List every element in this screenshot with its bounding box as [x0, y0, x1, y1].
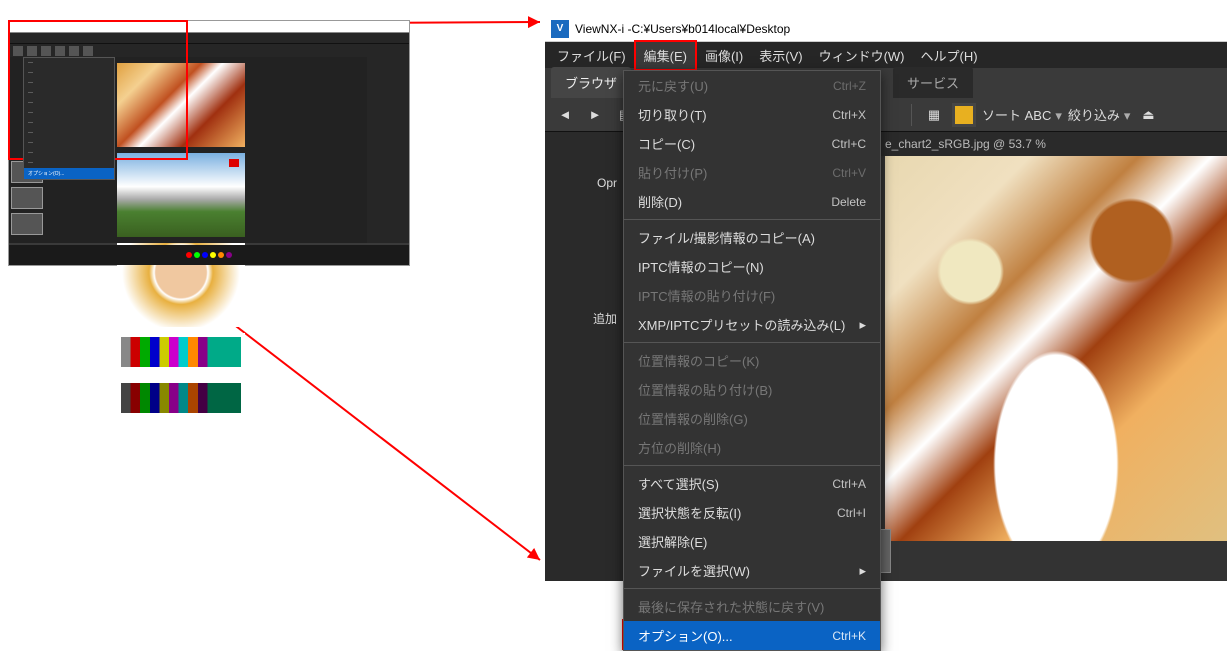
- thumb-titlebar: [9, 21, 409, 33]
- menu-item: 元に戻す(U) Ctrl+Z: [624, 71, 880, 100]
- tab-service[interactable]: サービス: [893, 67, 973, 98]
- menu-item-label: 選択解除(E): [638, 532, 707, 551]
- menu-item: 貼り付け(P) Ctrl+V: [624, 158, 880, 187]
- export-button[interactable]: ⏏: [1136, 103, 1160, 127]
- menu-item: 位置情報のコピー(K): [624, 346, 880, 375]
- thumb-toolbar: [9, 43, 409, 57]
- thumb-edit-menu: ——— ——— ——— —— オプション(O)...: [23, 57, 115, 180]
- menu-item-label: 切り取り(T): [638, 105, 707, 124]
- thumb-img-food: [117, 63, 245, 147]
- app-icon: V: [551, 20, 569, 38]
- nav-forward-button[interactable]: ►: [583, 103, 607, 127]
- menu-item-label: 削除(D): [638, 192, 682, 211]
- edit-dropdown-menu: 元に戻す(U) Ctrl+Z 切り取り(T) Ctrl+X コピー(C) Ctrl+C 貼り…: [623, 70, 881, 651]
- grid-icon: ▦: [928, 107, 940, 123]
- thumb-img-mountain: [117, 153, 245, 237]
- left-label-2: 追加: [553, 310, 617, 327]
- arrow-right-icon: ►: [589, 107, 602, 122]
- menu-item[interactable]: ファイルを選択(W): [624, 556, 880, 585]
- menu-item-label: ファイル/撮影情報のコピー(A): [638, 228, 815, 247]
- filter-dropdown[interactable]: 絞り込み: [1068, 105, 1131, 124]
- tray-icon: ⏏: [1142, 107, 1154, 123]
- menu-item-shortcut: Ctrl+A: [832, 477, 866, 491]
- menu-separator: [624, 465, 880, 466]
- menu-item-label: コピー(C): [638, 134, 695, 153]
- arrow-left-icon: ◄: [559, 107, 572, 122]
- thumb-right-panel: [367, 57, 409, 243]
- menu-item[interactable]: すべて選択(S) Ctrl+A: [624, 469, 880, 498]
- tab-browser[interactable]: ブラウザ: [551, 67, 631, 98]
- thumbnail-screenshot: ——— ——— ——— —— オプション(O)...: [8, 20, 410, 266]
- menu-item-label: 貼り付け(P): [638, 163, 707, 182]
- menu-item[interactable]: コピー(C) Ctrl+C: [624, 129, 880, 158]
- menu-image[interactable]: 画像(I): [697, 42, 751, 69]
- preview-image: [885, 156, 1227, 541]
- menu-separator: [624, 342, 880, 343]
- layout-icon: [955, 106, 973, 124]
- thumb-menubar: [9, 33, 409, 43]
- menu-item-shortcut: Ctrl+I: [837, 506, 866, 520]
- menu-item[interactable]: 切り取り(T) Ctrl+X: [624, 100, 880, 129]
- main-titlebar: V ViewNX-i - C:¥Users¥b014local¥Desktop: [545, 16, 1227, 42]
- menu-view[interactable]: 表示(V): [751, 42, 810, 69]
- title-app: ViewNX-i -: [575, 22, 631, 36]
- menu-item[interactable]: 選択解除(E): [624, 527, 880, 556]
- sort-dropdown[interactable]: ソート ABC: [982, 105, 1062, 124]
- menu-item-label: 元に戻す(U): [638, 76, 708, 95]
- menu-item[interactable]: XMP/IPTCプリセットの読み込み(L): [624, 310, 880, 339]
- menu-item-shortcut: Delete: [831, 195, 866, 209]
- main-left-panel: Opr 追加: [545, 156, 625, 581]
- menu-item-label: 位置情報の削除(G): [638, 409, 748, 428]
- menu-item[interactable]: IPTC情報のコピー(N): [624, 252, 880, 281]
- menu-item-label: IPTC情報のコピー(N): [638, 257, 764, 276]
- menu-item-shortcut: Ctrl+C: [832, 137, 866, 151]
- left-label-1: Opr: [553, 176, 617, 190]
- submenu-arrow-icon: [853, 317, 866, 333]
- menu-item-shortcut: Ctrl+Z: [833, 79, 866, 93]
- menu-separator: [624, 219, 880, 220]
- menu-item: IPTC情報の貼り付け(F): [624, 281, 880, 310]
- menu-item-label: 位置情報の貼り付け(B): [638, 380, 772, 399]
- menu-item: 最後に保存された状態に戻す(V): [624, 592, 880, 621]
- menu-item: 位置情報の削除(G): [624, 404, 880, 433]
- menu-help[interactable]: ヘルプ(H): [913, 42, 986, 69]
- menu-item-shortcut: Ctrl+X: [832, 108, 866, 122]
- menu-item-shortcut: Ctrl+K: [832, 629, 866, 643]
- menu-item-label: XMP/IPTCプリセットの読み込み(L): [638, 315, 845, 334]
- menu-separator: [624, 588, 880, 589]
- menu-item-label: 選択状態を反転(I): [638, 503, 741, 522]
- menu-item-label: IPTC情報の貼り付け(F): [638, 286, 775, 305]
- menu-item[interactable]: オプション(O)... Ctrl+K: [624, 621, 880, 650]
- menu-item-label: オプション(O)...: [638, 626, 733, 645]
- menu-item-label: ファイルを選択(W): [638, 561, 750, 580]
- submenu-arrow-icon: [853, 563, 866, 579]
- menu-item[interactable]: 削除(D) Delete: [624, 187, 880, 216]
- menu-item-label: 最後に保存された状態に戻す(V): [638, 597, 824, 616]
- view-mode-button[interactable]: ▦: [922, 103, 946, 127]
- menu-item: 方位の削除(H): [624, 433, 880, 462]
- thumb-img-chart: [117, 333, 245, 417]
- menu-item: 位置情報の貼り付け(B): [624, 375, 880, 404]
- menu-item-label: すべて選択(S): [638, 474, 719, 493]
- title-path: C:¥Users¥b014local¥Desktop: [631, 22, 790, 36]
- image-info: e_chart2_sRGB.jpg @ 53.7 %: [885, 137, 1046, 151]
- menu-window[interactable]: ウィンドウ(W): [811, 42, 913, 69]
- menu-edit[interactable]: 編集(E): [634, 40, 697, 71]
- menu-file[interactable]: ファイル(F): [549, 42, 634, 69]
- menu-item-label: 位置情報のコピー(K): [638, 351, 759, 370]
- menu-item[interactable]: ファイル/撮影情報のコピー(A): [624, 223, 880, 252]
- layout-button[interactable]: [952, 103, 976, 127]
- menu-item-label: 方位の削除(H): [638, 438, 721, 457]
- thumb-options-item: オプション(O)...: [24, 168, 114, 179]
- separator: [911, 104, 912, 126]
- menu-item-shortcut: Ctrl+V: [832, 166, 866, 180]
- nav-back-button[interactable]: ◄: [553, 103, 577, 127]
- menu-item[interactable]: 選択状態を反転(I) Ctrl+I: [624, 498, 880, 527]
- thumb-bottombar: [9, 245, 409, 265]
- main-menubar: ファイル(F) 編集(E) 画像(I) 表示(V) ウィンドウ(W) ヘルプ(H…: [545, 42, 1227, 68]
